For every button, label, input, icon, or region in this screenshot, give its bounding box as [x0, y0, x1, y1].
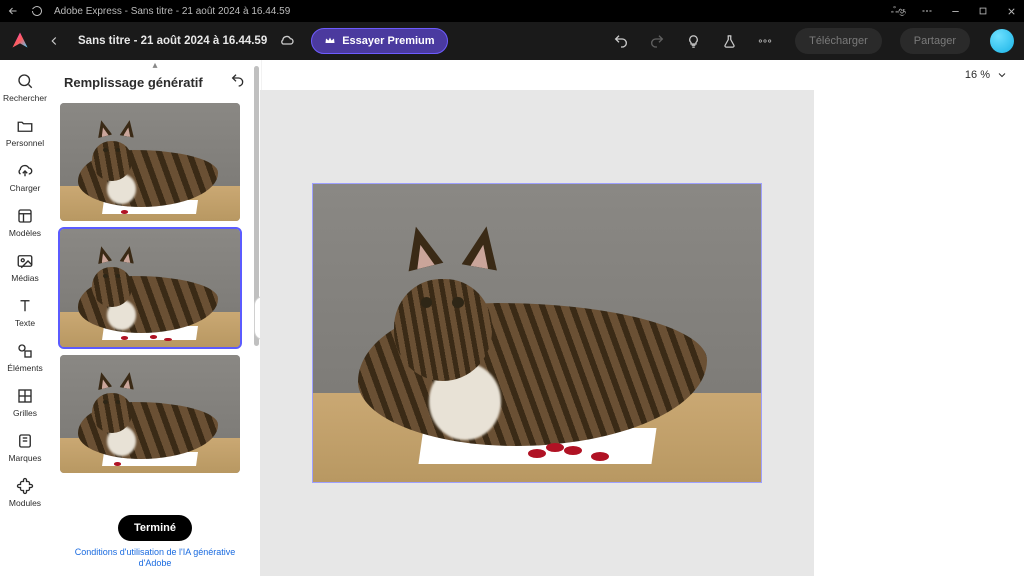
rail-item-templates[interactable]: Modèles — [0, 201, 50, 244]
share-button[interactable]: Partager — [900, 28, 970, 54]
rail-item-search[interactable]: Rechercher — [0, 66, 50, 109]
rail-item-upload[interactable]: Charger — [0, 156, 50, 199]
window-title: Adobe Express - Sans titre - 21 août 202… — [54, 6, 290, 17]
refresh-icon[interactable] — [30, 5, 44, 17]
undo-button[interactable] — [609, 29, 633, 53]
redo-button[interactable] — [645, 29, 669, 53]
zoom-value: 16 % — [965, 69, 990, 81]
elements-icon — [16, 342, 34, 360]
minimize-icon[interactable] — [948, 6, 962, 17]
generative-ai-tos-link[interactable]: Conditions d'utilisation de l'IA générat… — [65, 547, 245, 570]
rail-label: Grilles — [13, 408, 37, 418]
share-label: Partager — [914, 35, 956, 47]
rail-item-text[interactable]: Texte — [0, 291, 50, 334]
variation-thumbnail[interactable] — [60, 229, 240, 347]
more-options-icon[interactable] — [753, 29, 777, 53]
rail-item-elements[interactable]: Éléments — [0, 336, 50, 379]
artboard[interactable] — [313, 184, 761, 482]
upload-icon — [16, 162, 34, 180]
try-premium-button[interactable]: Essayer Premium — [311, 28, 447, 54]
scroll-indicator-icon: ▴ — [152, 60, 157, 71]
panel-thumbnail-list — [50, 97, 260, 481]
panel-reset-button[interactable] — [230, 72, 246, 93]
variation-thumbnail[interactable] — [60, 355, 240, 473]
rail-label: Charger — [10, 183, 41, 193]
back-button[interactable] — [42, 29, 66, 53]
lightbulb-icon[interactable] — [681, 29, 705, 53]
window-titlebar: Adobe Express - Sans titre - 21 août 202… — [0, 0, 1024, 22]
main-area: Rechercher Personnel Charger Modèles Méd… — [0, 60, 1024, 576]
lang-badge[interactable]: ஃகு — [891, 5, 906, 17]
rail-label: Modèles — [9, 228, 41, 238]
rail-item-your-stuff[interactable]: Personnel — [0, 111, 50, 154]
left-rail: Rechercher Personnel Charger Modèles Méd… — [0, 60, 50, 576]
try-premium-label: Essayer Premium — [342, 35, 434, 47]
more-icon[interactable] — [920, 5, 934, 17]
rail-item-brands[interactable]: Marques — [0, 426, 50, 469]
app-toolbar: Sans titre - 21 août 2024 à 16.44.59 Ess… — [0, 22, 1024, 60]
variation-thumbnail[interactable] — [60, 103, 240, 221]
grids-icon — [16, 387, 34, 405]
search-icon — [16, 72, 34, 90]
user-avatar[interactable] — [990, 29, 1014, 53]
rail-label: Éléments — [7, 363, 42, 373]
canvas-area: 16 % — [260, 60, 1024, 576]
media-icon — [16, 252, 34, 270]
crown-icon — [324, 34, 336, 49]
addons-icon — [16, 477, 34, 495]
back-icon[interactable] — [6, 5, 20, 17]
cloud-sync-icon[interactable] — [279, 32, 295, 51]
download-button[interactable]: Télécharger — [795, 28, 882, 54]
adobe-express-logo[interactable] — [10, 30, 30, 53]
chevron-down-icon — [996, 69, 1008, 81]
beaker-icon[interactable] — [717, 29, 741, 53]
download-label: Télécharger — [809, 35, 868, 47]
done-button[interactable]: Terminé — [118, 515, 192, 541]
close-icon[interactable] — [1004, 6, 1018, 17]
rail-label: Médias — [11, 273, 38, 283]
rail-label: Marques — [8, 453, 41, 463]
rail-item-addons[interactable]: Modules — [0, 471, 50, 514]
text-icon — [16, 297, 34, 315]
rail-label: Rechercher — [3, 93, 47, 103]
folder-icon — [16, 117, 34, 135]
zoom-control[interactable]: 16 % — [965, 69, 1008, 81]
rail-item-media[interactable]: Médias — [0, 246, 50, 289]
rail-label: Personnel — [6, 138, 44, 148]
maximize-icon[interactable] — [976, 6, 990, 16]
panel-title: Remplissage génératif — [64, 75, 203, 90]
rail-label: Modules — [9, 498, 41, 508]
canvas-stage[interactable] — [260, 90, 814, 576]
rail-item-grids[interactable]: Grilles — [0, 381, 50, 424]
right-properties-empty — [814, 90, 1024, 576]
rail-label: Texte — [15, 318, 35, 328]
brands-icon — [16, 432, 34, 450]
generative-fill-panel: ▴ Remplissage génératif — [50, 60, 260, 576]
templates-icon — [16, 207, 34, 225]
document-title[interactable]: Sans titre - 21 août 2024 à 16.44.59 — [78, 35, 267, 47]
